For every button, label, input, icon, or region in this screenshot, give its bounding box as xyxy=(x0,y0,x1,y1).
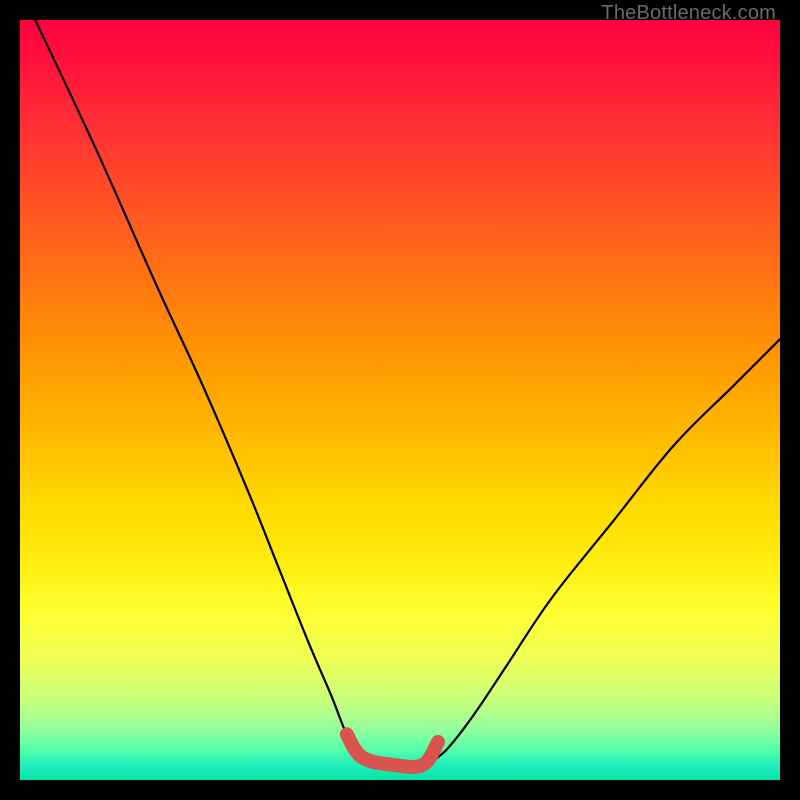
watermark-text: TheBottleneck.com xyxy=(601,2,776,25)
highlight-segment-path xyxy=(347,734,438,767)
chart-svg xyxy=(20,20,780,780)
plot-area xyxy=(20,20,780,780)
chart-frame: TheBottleneck.com xyxy=(0,0,800,800)
bottleneck-curve-path xyxy=(35,20,780,766)
